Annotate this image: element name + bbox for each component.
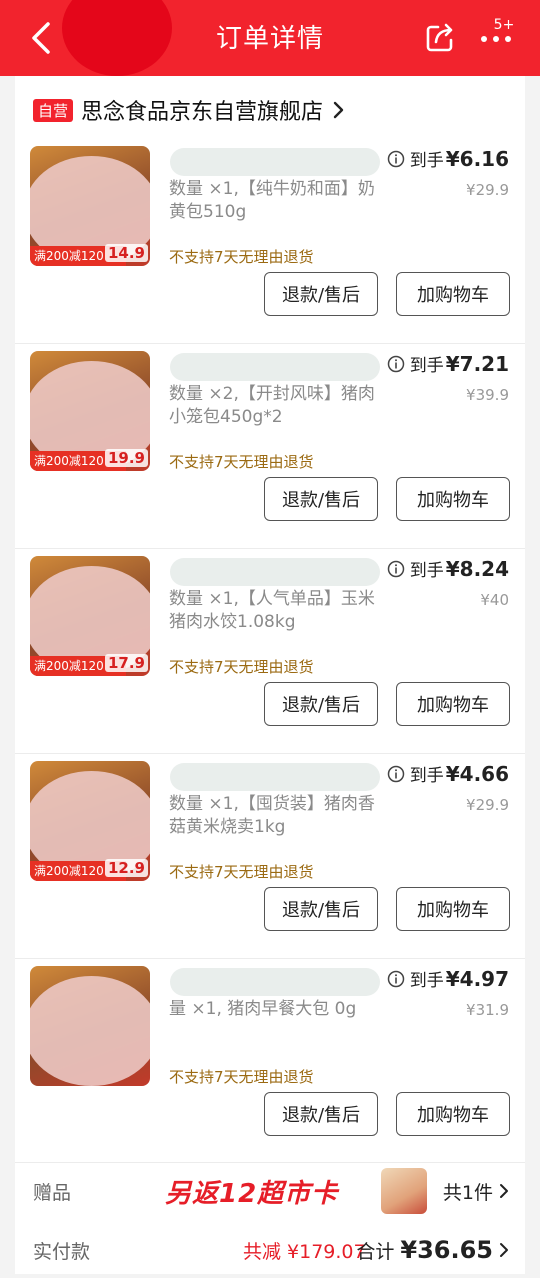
- original-price: ¥29.9: [466, 181, 509, 199]
- product-desc[interactable]: 数量 ×1,【纯牛奶和面】奶黄包510g: [169, 178, 381, 224]
- refund-button[interactable]: 退款/售后: [264, 887, 378, 931]
- final-price-label: 到手: [409, 561, 444, 581]
- divider: [15, 343, 525, 344]
- product-desc[interactable]: 数量 ×2,【开封风味】猪肉小笼包450g*2: [169, 383, 381, 429]
- final-price-row: 到手 ¥4.97: [387, 966, 509, 991]
- product-image[interactable]: 满200减120 12.9: [30, 761, 150, 881]
- paid-label: 实付款: [33, 1240, 91, 1263]
- page-title: 订单详情: [215, 24, 324, 54]
- image-blur: [30, 976, 150, 1086]
- total-reduction: 共减 ¥179.07: [243, 1240, 366, 1263]
- price-block: 到手 ¥8.24 ¥40: [387, 556, 509, 609]
- paid-row[interactable]: 实付款 共减 ¥179.07 合计 ¥36.65: [15, 1222, 525, 1278]
- order-item: 满200减120 19.9 数量 ×2,【开封风味】猪肉小笼包450g*2 不支…: [15, 343, 525, 548]
- product-image[interactable]: 满200减120 17.9: [30, 556, 150, 676]
- divider: [15, 753, 525, 754]
- final-price-label: 到手: [409, 356, 444, 376]
- price-block: 到手 ¥4.97 ¥31.9: [387, 966, 509, 1019]
- gift-image: [381, 1168, 427, 1214]
- self-operated-tag: 自营: [33, 98, 74, 122]
- thumb-price: 14.9: [104, 244, 148, 262]
- return-policy-note: 不支持7天无理由退货: [169, 863, 314, 881]
- total-value: ¥36.65: [400, 1236, 493, 1264]
- original-price: ¥29.9: [466, 796, 509, 814]
- refund-button[interactable]: 退款/售后: [264, 272, 378, 316]
- add-to-cart-button[interactable]: 加购物车: [396, 477, 510, 521]
- final-price-label: 到手: [409, 766, 444, 786]
- add-to-cart-button[interactable]: 加购物车: [396, 682, 510, 726]
- chevron-right-icon: [500, 1184, 508, 1198]
- refund-button[interactable]: 退款/售后: [264, 682, 378, 726]
- order-item: 量 ×1, 猪肉早餐大包 0g 不支持7天无理由退货 到手 ¥4.97 ¥31.…: [15, 958, 525, 1163]
- info-icon[interactable]: [387, 355, 405, 373]
- final-price-row: 到手 ¥6.16: [387, 146, 509, 171]
- return-policy-note: 不支持7天无理由退货: [169, 453, 314, 471]
- gift-banner: 另返12超市卡: [165, 1178, 339, 1209]
- gift-count: 共1件: [442, 1181, 493, 1204]
- price-block: 到手 ¥4.66 ¥29.9: [387, 761, 509, 814]
- return-policy-note: 不支持7天无理由退货: [169, 248, 314, 266]
- info-icon[interactable]: [387, 560, 405, 578]
- order-item: 满200减120 14.9 数量 ×1,【纯牛奶和面】奶黄包510g 不支持7天…: [15, 138, 525, 343]
- product-title-blurred: [170, 558, 380, 586]
- shop-name: 思念食品京东自营旗舰店: [81, 100, 324, 125]
- price-block: 到手 ¥6.16 ¥29.9: [387, 146, 509, 199]
- add-to-cart-button[interactable]: 加购物车: [396, 272, 510, 316]
- total-label: 合计: [356, 1241, 395, 1263]
- message-badge: 5+: [493, 17, 515, 33]
- product-desc[interactable]: 数量 ×1,【人气单品】玉米猪肉水饺1.08kg: [169, 588, 381, 634]
- price-block: 到手 ¥7.21 ¥39.9: [387, 351, 509, 404]
- order-item: 满200减120 12.9 数量 ×1,【囤货装】猪肉香菇黄米烧卖1kg 不支持…: [15, 753, 525, 958]
- order-item: 满200减120 17.9 数量 ×1,【人气单品】玉米猪肉水饺1.08kg 不…: [15, 548, 525, 753]
- final-price-row: 到手 ¥8.24: [387, 556, 509, 581]
- final-price-label: 到手: [409, 971, 444, 991]
- final-price: ¥8.24: [445, 556, 509, 581]
- final-price: ¥4.66: [445, 761, 509, 786]
- total-amount: 合计 ¥36.65: [356, 1236, 493, 1264]
- final-price: ¥4.97: [445, 966, 509, 991]
- original-price: ¥39.9: [466, 386, 509, 404]
- original-price: ¥31.9: [466, 1001, 509, 1019]
- product-title-blurred: [170, 968, 380, 996]
- product-title-blurred: [170, 148, 380, 176]
- thumb-price: 12.9: [104, 859, 148, 877]
- info-icon[interactable]: [387, 765, 405, 783]
- product-title-blurred: [170, 763, 380, 791]
- gift-row[interactable]: 赠品 另返12超市卡 共1件: [15, 1162, 525, 1219]
- thumb-price: 17.9: [104, 654, 148, 672]
- chevron-right-icon: [333, 101, 344, 119]
- product-image[interactable]: 满200减120 14.9: [30, 146, 150, 266]
- shop-header[interactable]: 自营 思念食品京东自营旗舰店: [33, 94, 345, 126]
- info-icon[interactable]: [387, 970, 405, 988]
- return-policy-note: 不支持7天无理由退货: [169, 658, 314, 676]
- original-price: ¥40: [480, 591, 509, 609]
- thumb-price: 19.9: [104, 449, 148, 467]
- final-price-label: 到手: [409, 151, 444, 171]
- final-price: ¥7.21: [445, 351, 509, 376]
- return-policy-note: 不支持7天无理由退货: [169, 1068, 314, 1086]
- add-to-cart-button[interactable]: 加购物车: [396, 887, 510, 931]
- product-image[interactable]: [30, 966, 150, 1086]
- refund-button[interactable]: 退款/售后: [264, 477, 378, 521]
- chevron-right-icon: [500, 1243, 508, 1257]
- info-icon[interactable]: [387, 150, 405, 168]
- divider: [15, 548, 525, 549]
- order-card: 自营 思念食品京东自营旗舰店 满200减120 14.9 数量 ×1,【纯牛奶和…: [15, 76, 525, 1274]
- product-title-blurred: [170, 353, 380, 381]
- product-desc[interactable]: 数量 ×1,【囤货装】猪肉香菇黄米烧卖1kg: [169, 793, 381, 839]
- refund-button[interactable]: 退款/售后: [264, 1092, 378, 1136]
- product-desc[interactable]: 量 ×1, 猪肉早餐大包 0g: [169, 998, 381, 1021]
- gift-label: 赠品: [33, 1181, 72, 1204]
- product-image[interactable]: 满200减120 19.9: [30, 351, 150, 471]
- final-price-row: 到手 ¥4.66: [387, 761, 509, 786]
- share-icon[interactable]: [424, 22, 456, 54]
- divider: [15, 958, 525, 959]
- final-price-row: 到手 ¥7.21: [387, 351, 509, 376]
- top-bar: 订单详情 5+: [0, 0, 540, 76]
- add-to-cart-button[interactable]: 加购物车: [396, 1092, 510, 1136]
- final-price: ¥6.16: [445, 146, 509, 171]
